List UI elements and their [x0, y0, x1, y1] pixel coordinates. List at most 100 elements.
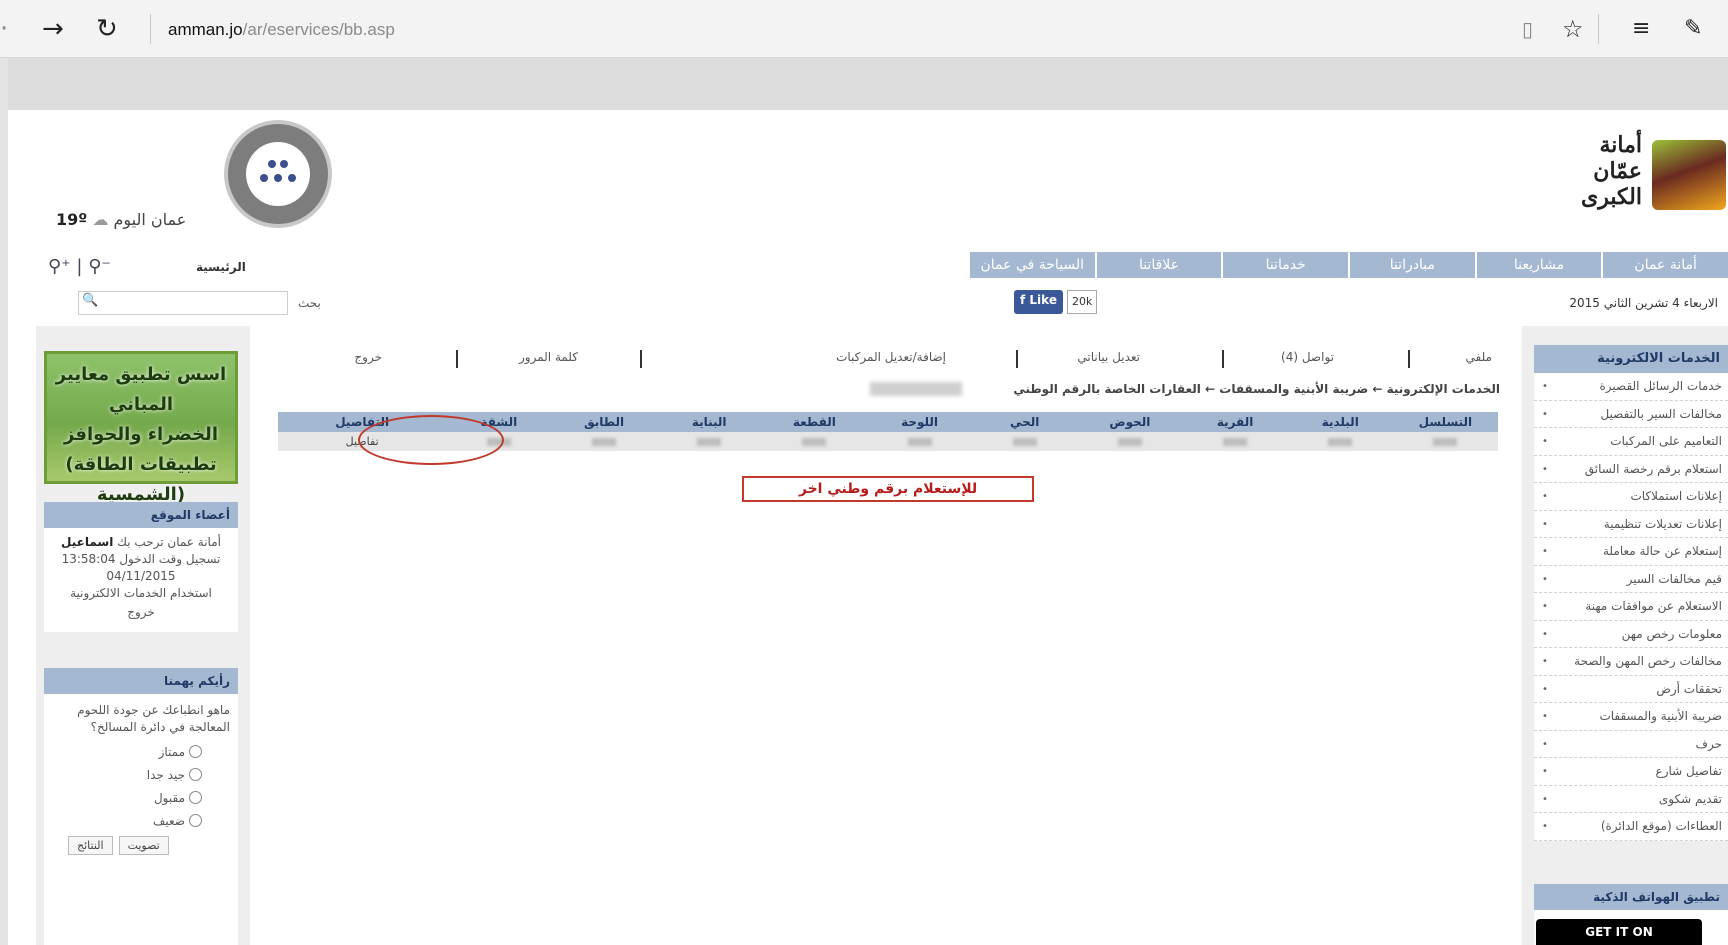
menu-divider: [1222, 350, 1224, 368]
poll-box: رأيكم يهمنا ماهو انطباعك عن جودة اللحوم …: [44, 668, 238, 945]
sidebar-item[interactable]: • مخالفات السير بالتفصيل: [1534, 401, 1728, 428]
search-icon[interactable]: 🔍: [82, 293, 98, 308]
sidebar-item[interactable]: • حرف: [1534, 731, 1728, 758]
weather-label: عمان اليوم: [113, 210, 187, 229]
nav-item-initiatives[interactable]: مبادراتنا: [1347, 252, 1475, 278]
logo-text: أمانة عمّان الكبرى: [1581, 132, 1642, 210]
search-label: بحث: [298, 296, 321, 310]
login-time-label: تسجيل وقت الدخول: [119, 552, 221, 566]
poll-option[interactable]: ممتاز: [44, 740, 238, 763]
hub-menu-icon[interactable]: ≡: [1632, 14, 1650, 44]
vote-button[interactable]: تصويت: [118, 836, 169, 855]
google-play-button[interactable]: GET IT ON: [1536, 919, 1702, 945]
sidebar-item[interactable]: • استعلام برقم رخصة السائق: [1534, 456, 1728, 483]
col-district: الحي: [1010, 415, 1040, 429]
poll-question: ماهو انطباعك عن جودة اللحوم المعالجة في …: [77, 703, 230, 734]
radio-button[interactable]: [189, 768, 202, 781]
query-another-id-button[interactable]: للإستعلام برقم وطني اخر: [742, 476, 1034, 502]
banner-line: الخضراء والحوافز: [63, 424, 218, 445]
menu-vehicles[interactable]: إضافة/تعديل المركبات: [836, 350, 946, 364]
redacted-national-id: [870, 382, 962, 396]
like-count: 20k: [1066, 290, 1098, 314]
logout-link[interactable]: خروج: [50, 604, 232, 621]
nav-item-tourism[interactable]: السياحة في عمان: [967, 252, 1095, 278]
sidebar-item[interactable]: • العطاءات (موقع الدائرة): [1534, 813, 1728, 841]
sidebar-item[interactable]: • قيم مخالفات السير: [1534, 566, 1728, 593]
page-top-band: [0, 58, 1728, 110]
bullet-icon: •: [1542, 793, 1548, 805]
refresh-icon[interactable]: ↻: [96, 14, 118, 44]
bullet-icon: •: [1542, 683, 1548, 695]
font-increase-icon[interactable]: ⚲⁺: [48, 256, 71, 277]
accessibility-links: ⚲⁺ | ⚲⁻: [48, 256, 111, 277]
sidebar-item[interactable]: • معلومات رخص مهن: [1534, 621, 1728, 648]
radio-button[interactable]: [189, 745, 202, 758]
font-decrease-icon[interactable]: ⚲⁻: [88, 256, 111, 277]
forward-arrow-icon[interactable]: →: [42, 14, 64, 44]
web-note-icon[interactable]: ✎: [1684, 14, 1702, 44]
nav-item-amman[interactable]: أمانة عمان: [1601, 252, 1728, 278]
solar-energy-banner[interactable]: اسس تطبيق معايير المباني الخضراء والحواف…: [44, 351, 238, 505]
address-bar[interactable]: amman.jo/ar/eservices/bb.asp: [168, 20, 395, 40]
menu-edit-data[interactable]: تعديل بياناتي: [1077, 350, 1140, 364]
sidebar-item[interactable]: • الاستعلام عن موافقات مهنة: [1534, 593, 1728, 621]
details-highlight-circle: [358, 415, 504, 465]
eservices-sidebar: الخدمات الالكترونية • خدمات الرسائل القصي…: [1534, 345, 1728, 841]
sidebar-item[interactable]: • تقديم شكوى: [1534, 786, 1728, 813]
sidebar-item[interactable]: • التعاميم على المركبات: [1534, 428, 1728, 456]
radio-button[interactable]: [189, 814, 202, 827]
col-parcel: القطعة: [792, 415, 836, 429]
toolbar-divider: [150, 14, 151, 44]
sidebar-item[interactable]: • إستعلام عن حالة معاملة: [1534, 538, 1728, 566]
sidebar-item[interactable]: • إعلانات استملاكات: [1534, 483, 1728, 511]
sidebar-item[interactable]: • خدمات الرسائل القصيرة: [1534, 373, 1728, 401]
poll-option[interactable]: ضعيف: [44, 809, 238, 832]
redacted-value: [1433, 437, 1458, 446]
menu-messages[interactable]: تواصل (4): [1281, 350, 1334, 364]
favorite-star-icon[interactable]: ☆: [1562, 14, 1584, 44]
bullet-icon: •: [1542, 408, 1548, 420]
username: اسماعيل: [61, 535, 114, 549]
bullet-icon: •: [1542, 711, 1548, 722]
sidebar-item[interactable]: • تفاصيل شارع: [1534, 758, 1728, 786]
menu-my-profile[interactable]: ملفي: [1466, 350, 1492, 364]
menu-logout[interactable]: خروج: [354, 350, 382, 364]
bullet-icon: •: [1542, 491, 1548, 502]
radio-button[interactable]: [189, 791, 202, 804]
poll-title: رأيكم يهمنا: [44, 668, 238, 694]
top-navigation: أمانة عمان مشاريعنا مبادراتنا خدماتنا عل…: [967, 252, 1728, 278]
redacted-value: [592, 437, 617, 446]
redacted-value: [1117, 437, 1142, 446]
gam-logo[interactable]: أمانة عمّان الكبرى: [1581, 132, 1726, 222]
app-box-title: تطبيق الهواتف الذكية: [1534, 884, 1728, 910]
nav-item-relations[interactable]: علاقاتنا: [1094, 252, 1222, 278]
banner-line: (تطبيقات الطاقة الشمسية): [65, 454, 217, 505]
poll-option[interactable]: جيد جدا: [44, 763, 238, 786]
reading-view-icon[interactable]: ▯: [1522, 14, 1533, 44]
search-input[interactable]: [78, 291, 288, 315]
facebook-like-button[interactable]: f Like: [1014, 290, 1063, 314]
bullet-icon: •: [1542, 601, 1548, 612]
url-path: /ar/eservices/bb.asp: [242, 20, 395, 39]
banner-line: اسس تطبيق معايير المباني: [55, 364, 227, 415]
results-button[interactable]: النتائج: [68, 836, 113, 855]
usage-link[interactable]: استخدام الخدمات الالكترونية: [50, 585, 232, 602]
redacted-value: [697, 437, 722, 446]
sidebar-item[interactable]: • مخالفات رخص المهن والصحة: [1534, 648, 1728, 676]
redacted-value: [1012, 437, 1037, 446]
home-link[interactable]: الرئيسية: [196, 260, 246, 274]
nav-item-services[interactable]: خدماتنا: [1221, 252, 1348, 278]
col-sheet: اللوحة: [901, 415, 939, 429]
poll-option[interactable]: مقبول: [44, 786, 238, 809]
municipality-seal: [224, 120, 332, 228]
smartphone-app-box: تطبيق الهواتف الذكية GET IT ON: [1534, 884, 1728, 945]
browser-toolbar: · → ↻ amman.jo/ar/eservices/bb.asp ▯ ☆ ≡…: [0, 0, 1728, 58]
nav-item-projects[interactable]: مشاريعنا: [1474, 252, 1602, 278]
toolbar-divider: [1598, 14, 1599, 44]
sidebar-item[interactable]: • ضريبة الأبنية والمسقفات: [1534, 703, 1728, 731]
menu-divider: [1016, 350, 1018, 368]
menu-password[interactable]: كلمة المرور: [519, 350, 578, 364]
sidebar-item[interactable]: • إعلانات تعديلات تنظيمية: [1534, 511, 1728, 538]
back-arrow-icon[interactable]: ·: [0, 14, 8, 44]
sidebar-item[interactable]: • تحققات أرض: [1534, 676, 1728, 703]
